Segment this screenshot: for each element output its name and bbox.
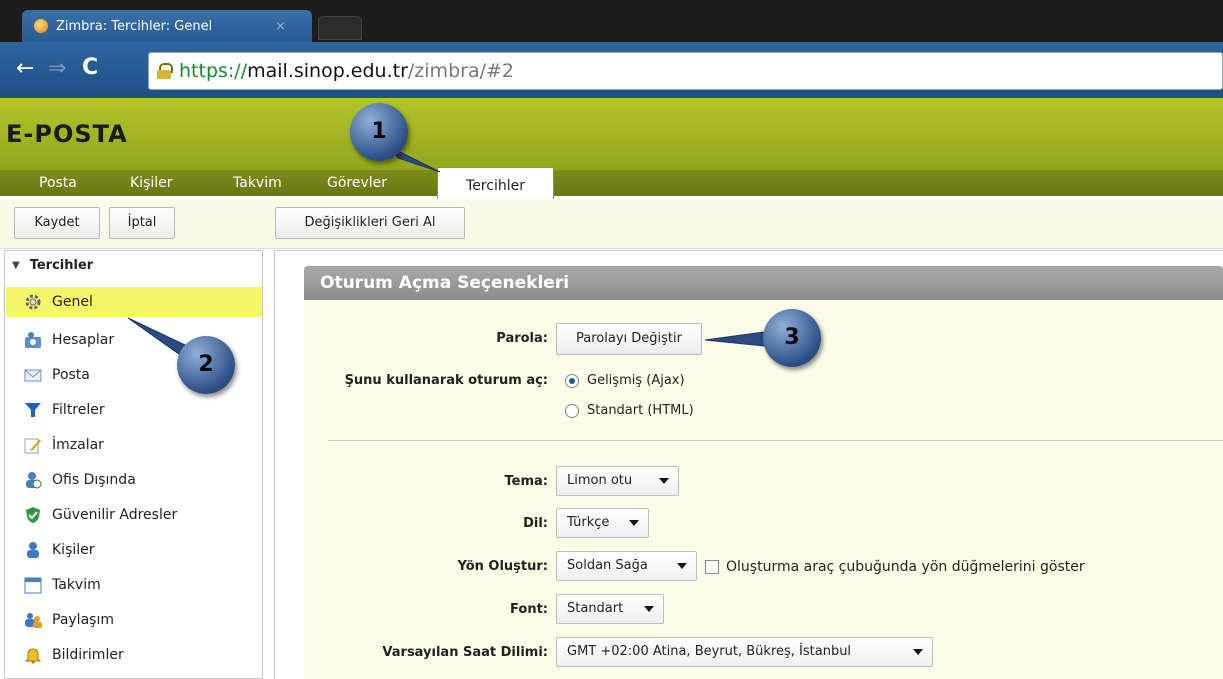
app-logo: E-POSTA (6, 120, 128, 148)
language-select[interactable]: Türkçe (556, 508, 649, 538)
direction-select-value: Soldan Sağa (567, 558, 648, 573)
browser-tab[interactable]: Zimbra: Tercihler: Genel × (22, 10, 312, 42)
sidebar-item-filtreler[interactable]: Filtreler (14, 395, 260, 425)
timezone-select[interactable]: GMT +02:00 Atina, Beyrut, Bükreş, İstanb… (556, 637, 933, 667)
collapse-triangle-icon[interactable]: ▼ (12, 260, 20, 271)
gear-icon (24, 293, 42, 311)
font-select[interactable]: Standart (556, 594, 664, 624)
calendar-icon (24, 576, 42, 594)
dropdown-arrow-icon (677, 563, 687, 569)
sidebar-header-label: Tercihler (29, 258, 94, 273)
zimbra-favicon-icon (34, 19, 48, 33)
sidebar-item-bildirimler[interactable]: Bildirimler (14, 640, 260, 670)
tab-posta[interactable]: Posta (39, 170, 77, 196)
sidebar-item-ofis-disinda[interactable]: Ofis Dışında (14, 465, 260, 495)
timezone-select-value: GMT +02:00 Atina, Beyrut, Bükreş, İstanb… (567, 644, 852, 659)
url-path: /zimbra/#2 (407, 60, 514, 82)
tab-tercihler[interactable]: Tercihler (437, 167, 554, 199)
back-arrow-icon[interactable]: ← (16, 56, 34, 82)
sidebar-item-imzalar[interactable]: İmzalar (14, 430, 260, 460)
callout-2: 2 (177, 336, 235, 394)
save-button[interactable]: Kaydet (14, 207, 100, 239)
sidebar-header[interactable]: ▼ Tercihler (12, 258, 93, 273)
radio-advanced-ajax[interactable] (565, 374, 579, 388)
mail-icon (24, 366, 42, 384)
dropdown-arrow-icon (913, 649, 923, 655)
divider (328, 440, 1223, 441)
lock-icon (157, 63, 173, 79)
radio-standard-html[interactable] (565, 404, 579, 418)
theme-select[interactable]: Limon otu (556, 466, 679, 496)
browser-tab-title: Zimbra: Tercihler: Genel (56, 18, 213, 34)
direction-buttons-checkbox[interactable] (705, 560, 719, 574)
radio-standard-html-label: Standart (HTML) (587, 403, 694, 418)
direction-select[interactable]: Soldan Sağa (556, 551, 697, 581)
timezone-label: Varsayılan Saat Dilimi: (382, 645, 548, 660)
revert-changes-button[interactable]: Değişiklikleri Geri Al (275, 207, 465, 239)
action-bar (0, 199, 1223, 249)
theme-label: Tema: (504, 474, 548, 489)
forward-arrow-icon[interactable]: ⇒ (48, 56, 66, 82)
radio-advanced-ajax-label: Gelişmiş (Ajax) (587, 373, 685, 388)
font-label: Font: (510, 602, 548, 617)
contacts-icon (24, 541, 42, 559)
sidebar-item-genel[interactable]: Genel (6, 287, 262, 317)
close-tab-icon[interactable]: × (275, 19, 286, 34)
sidebar-item-label: Filtreler (52, 402, 105, 418)
login-method-label: Şunu kullanarak oturum aç: (344, 373, 548, 388)
tab-takvim[interactable]: Takvim (233, 170, 282, 196)
sidebar-item-label: Paylaşım (52, 612, 114, 628)
sidebar-item-label: İmzalar (52, 437, 104, 453)
sidebar-item-label: Takvim (52, 577, 101, 593)
bell-icon (24, 646, 42, 664)
direction-label: Yön Oluştur: (457, 559, 548, 574)
cancel-button[interactable]: İptal (109, 207, 175, 239)
out-of-office-icon (24, 471, 42, 489)
sidebar-item-label: Bildirimler (52, 647, 124, 663)
sidebar-item-paylasim[interactable]: Paylaşım (14, 605, 260, 635)
signature-icon (24, 436, 42, 454)
sidebar-item-label: Genel (52, 294, 93, 310)
url-host: mail.sinop.edu.tr (247, 60, 408, 82)
sidebar-item-label: Güvenilir Adresler (52, 507, 178, 523)
shield-icon (24, 506, 42, 524)
language-select-value: Türkçe (567, 515, 610, 530)
app-header (0, 98, 1223, 170)
url-scheme: https:// (179, 60, 248, 82)
sidebar-item-label: Posta (52, 367, 90, 383)
sidebar-item-kisiler[interactable]: Kişiler (14, 535, 260, 565)
sidebar-item-takvim[interactable]: Takvim (14, 570, 260, 600)
panel-title: Oturum Açma Seçenekleri (304, 266, 1223, 300)
dropdown-arrow-icon (644, 606, 654, 612)
sidebar-item-guvenilir-adresler[interactable]: Güvenilir Adresler (14, 500, 260, 530)
sidebar-item-label: Ofis Dışında (52, 472, 136, 488)
sidebar-item-label: Kişiler (52, 542, 95, 558)
accounts-icon (24, 331, 42, 349)
callout-3: 3 (763, 309, 821, 367)
address-bar[interactable]: https://mail.sinop.edu.tr/zimbra/#2 (148, 52, 1223, 90)
filter-icon (24, 401, 42, 419)
theme-select-value: Limon otu (567, 473, 633, 488)
sharing-icon (24, 611, 42, 629)
language-label: Dil: (523, 516, 548, 531)
tab-kisiler[interactable]: Kişiler (130, 170, 173, 196)
callout-1: 1 (350, 103, 408, 161)
reload-icon[interactable]: C (82, 55, 98, 81)
dropdown-arrow-icon (629, 520, 639, 526)
direction-buttons-checkbox-label: Oluşturma araç çubuğunda yön düğmelerini… (726, 559, 1085, 575)
password-label: Parola: (496, 331, 548, 346)
tab-gorevler[interactable]: Görevler (327, 170, 387, 196)
dropdown-arrow-icon (659, 478, 669, 484)
new-tab-button[interactable] (318, 16, 362, 40)
sidebar-item-label: Hesaplar (52, 332, 115, 348)
app-tab-bar (0, 170, 1223, 196)
font-select-value: Standart (567, 601, 624, 616)
change-password-button[interactable]: Parolayı Değiştir (556, 323, 702, 355)
